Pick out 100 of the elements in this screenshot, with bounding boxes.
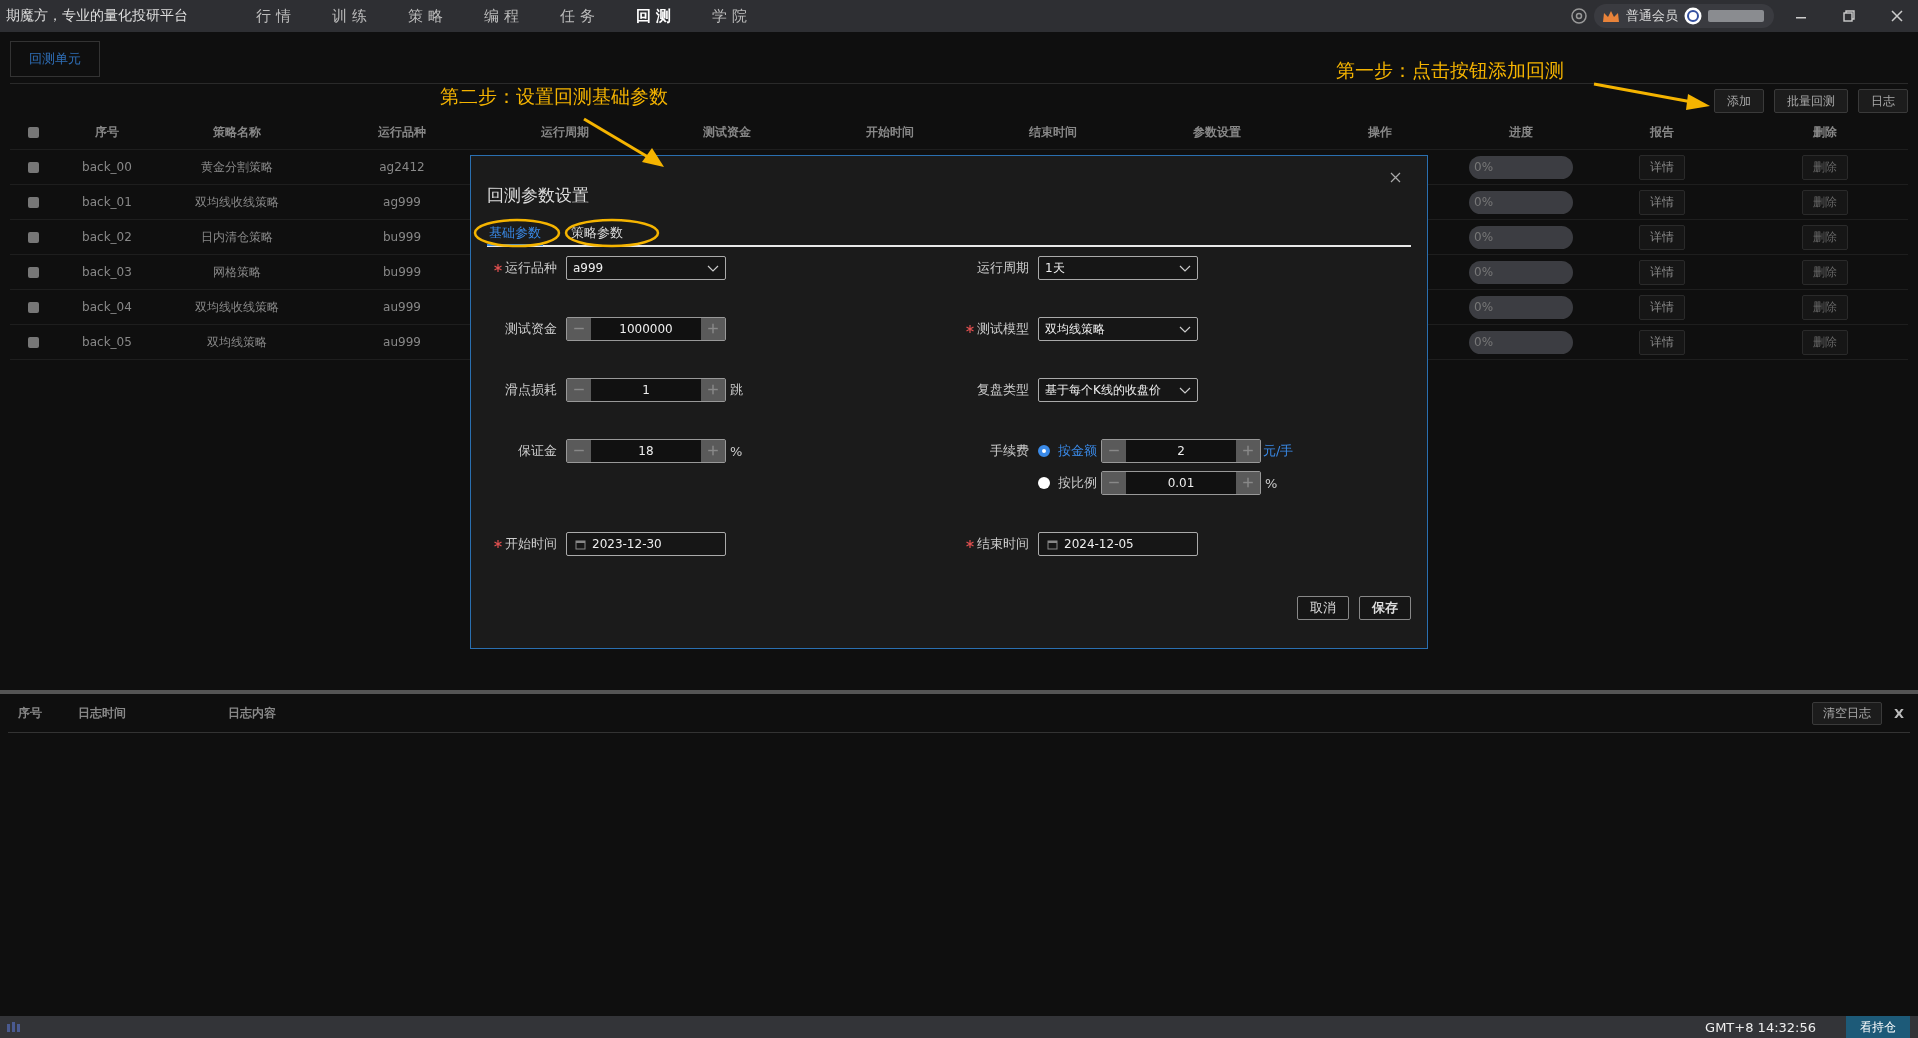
column-header: 参数设置	[1193, 124, 1241, 141]
chevron-icon	[707, 264, 719, 272]
row-checkbox[interactable]	[27, 231, 39, 243]
table-cell: back_01	[82, 195, 132, 209]
details-button[interactable]: 详情	[1639, 224, 1685, 250]
radio-label[interactable]: 按金额	[1058, 442, 1097, 460]
progress-text: 0%	[1474, 265, 1494, 279]
field-label: 结束时间	[977, 535, 1029, 553]
field-label: 测试资金	[505, 320, 557, 338]
close-icon[interactable]	[1890, 9, 1904, 23]
signal-icon	[6, 1021, 21, 1033]
details-button[interactable]: 详情	[1639, 259, 1685, 285]
dialog-title: 回测参数设置	[487, 184, 589, 207]
table-cell: 双均线收线策略	[195, 193, 279, 211]
column-header: 删除	[1813, 124, 1837, 141]
clear-log-button[interactable]: 清空日志	[1811, 701, 1882, 725]
positions-button[interactable]: 看持仓	[1846, 1016, 1910, 1038]
column-header: 操作	[1368, 124, 1392, 141]
table-cell: bu999	[382, 230, 422, 244]
member-badge[interactable]: 普通会员	[1594, 4, 1774, 28]
column-header: 结束时间	[1029, 124, 1077, 141]
details-button[interactable]: 详情	[1639, 154, 1685, 180]
progress-text: 0%	[1474, 230, 1494, 244]
nav-tab[interactable]: 编程	[484, 6, 560, 26]
nav-tab[interactable]: 回测	[636, 6, 712, 26]
details-button[interactable]: 详情	[1639, 294, 1685, 320]
unit-text: 元/手	[1263, 442, 1294, 460]
field-label: 开始时间	[505, 535, 557, 553]
table-cell: back_02	[82, 230, 132, 244]
dropdown-field[interactable]: 基于每个K线的收盘价	[1038, 378, 1198, 402]
calendar-icon	[575, 538, 586, 550]
table-cell: ag2412	[379, 160, 425, 174]
row-checkbox[interactable]	[27, 196, 39, 208]
details-button[interactable]: 详情	[1639, 189, 1685, 215]
radio-button[interactable]	[1038, 445, 1050, 457]
progress-text: 0%	[1474, 335, 1494, 349]
dropdown-field[interactable]: a999	[566, 256, 726, 280]
nav-tab[interactable]: 策略	[408, 6, 484, 26]
field-label: 复盘类型	[977, 381, 1029, 399]
field-label: 滑点损耗	[505, 381, 557, 399]
table-cell: back_00	[82, 160, 132, 174]
table-cell: 网格策略	[213, 263, 261, 281]
table-cell: 日内清仓策略	[201, 228, 273, 246]
details-button[interactable]: 详情	[1639, 329, 1685, 355]
select-all-checkbox[interactable]	[27, 127, 39, 138]
chevron-icon	[1179, 386, 1191, 394]
column-header: 开始时间	[866, 124, 914, 141]
member-label: 普通会员	[1626, 7, 1678, 25]
radio-button[interactable]	[1038, 477, 1050, 489]
unit-text: %	[1265, 475, 1278, 491]
close-icon[interactable]	[1390, 172, 1401, 183]
restore-icon[interactable]	[1842, 9, 1856, 23]
cancel-button[interactable]: 取消	[1297, 596, 1349, 620]
row-checkbox[interactable]	[27, 301, 39, 313]
table-cell: au999	[383, 335, 421, 349]
dropdown-field[interactable]: 双均线策略	[1038, 317, 1198, 341]
progress-text: 0%	[1474, 160, 1494, 174]
row-checkbox[interactable]	[27, 336, 39, 348]
unit-tab[interactable]: 回测单元	[10, 41, 100, 77]
calendar-icon	[1047, 538, 1058, 550]
dropdown-field[interactable]: 1天	[1038, 256, 1198, 280]
table-cell: 黄金分割策略	[201, 158, 273, 176]
field-label: 运行周期	[977, 259, 1029, 277]
unit-text: %	[730, 443, 743, 459]
nav-tab[interactable]: 训练	[332, 6, 408, 26]
close-button[interactable]: X	[1887, 704, 1910, 722]
settings-icon[interactable]	[1570, 7, 1588, 25]
table-cell: ag999	[383, 195, 421, 209]
date-field[interactable]: 2024-12-05	[1038, 532, 1198, 556]
field-label: 手续费	[990, 442, 1029, 460]
progress-text: 0%	[1474, 300, 1494, 314]
date-field[interactable]: 2023-12-30	[566, 532, 726, 556]
avatar-icon	[1684, 7, 1702, 25]
chevron-icon	[1179, 264, 1191, 272]
redacted-name	[1708, 10, 1764, 22]
column-header: 策略名称	[213, 124, 261, 141]
column-header: 报告	[1650, 124, 1674, 141]
field-label: 测试模型	[977, 320, 1029, 338]
nav-tab[interactable]: 行情	[256, 6, 332, 26]
nav-tab[interactable]: 学院	[712, 6, 788, 26]
table-cell: au999	[383, 300, 421, 314]
row-checkbox[interactable]	[27, 161, 39, 173]
table-cell: back_05	[82, 335, 132, 349]
app-title: 期魔方，专业的量化投研平台	[6, 7, 189, 25]
toolbar-button[interactable]: 添加	[1714, 89, 1764, 113]
column-header: 日志内容	[228, 704, 276, 722]
progress-text: 0%	[1474, 195, 1494, 209]
column-header: 日志时间	[78, 704, 127, 722]
chevron-icon	[1179, 325, 1191, 333]
table-cell: 双均线收线策略	[195, 298, 279, 316]
table-cell: bu999	[382, 265, 422, 279]
table-cell: 双均线策略	[207, 333, 267, 351]
toolbar-button[interactable]: 批量回测	[1774, 89, 1848, 113]
save-button[interactable]: 保存	[1359, 596, 1411, 620]
column-header: 运行周期	[541, 124, 589, 141]
annotation-text: 第一步：点击按钮添加回测	[1336, 58, 1564, 83]
radio-label[interactable]: 按比例	[1058, 474, 1097, 492]
toolbar-button[interactable]: 日志	[1858, 89, 1908, 113]
row-checkbox[interactable]	[27, 266, 39, 278]
nav-tab[interactable]: 任务	[560, 6, 636, 26]
